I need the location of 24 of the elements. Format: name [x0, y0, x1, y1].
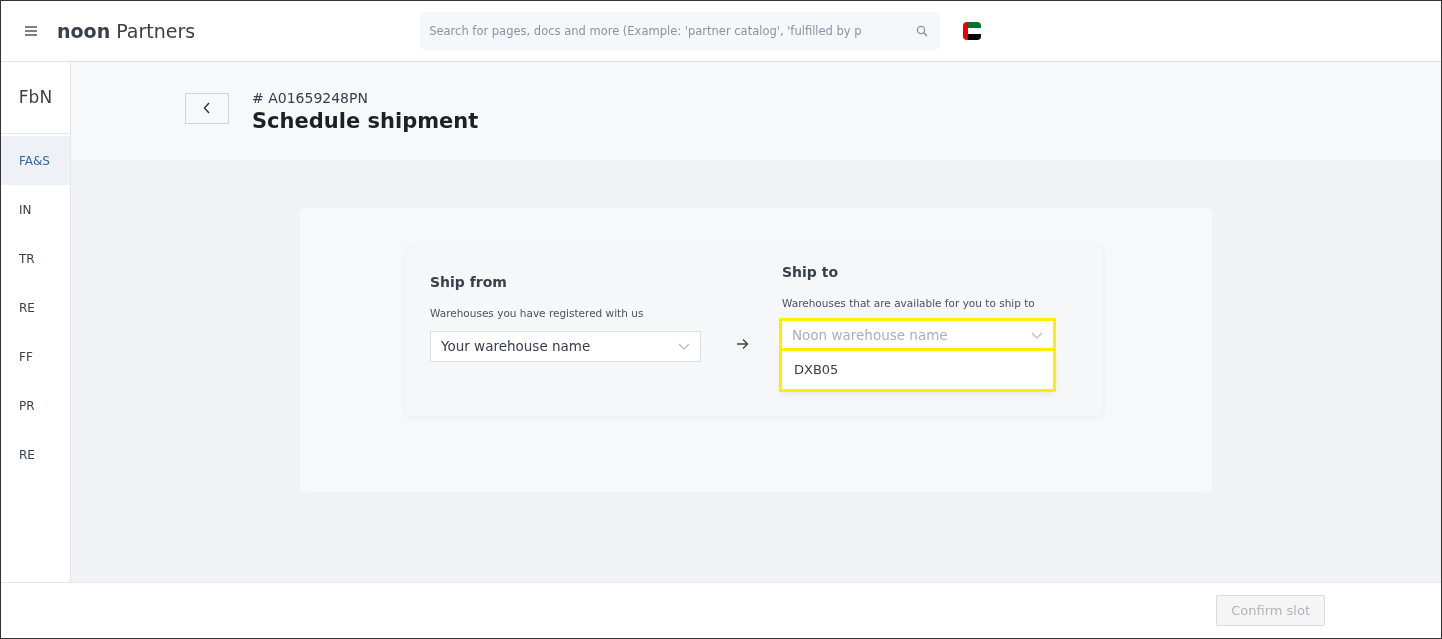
- chevron-down-icon: [1031, 331, 1043, 339]
- flag-icon[interactable]: [963, 22, 982, 40]
- sidebar-item[interactable]: FF: [1, 332, 70, 381]
- chevron-left-icon: [203, 102, 211, 114]
- dropdown-option[interactable]: DXB05: [782, 350, 1053, 389]
- arrow-right-icon: [735, 338, 749, 350]
- brand-logo: noon Partners: [57, 18, 196, 44]
- sidebar-item[interactable]: IN: [1, 185, 70, 234]
- sidebar-item[interactable]: RE: [1, 283, 70, 332]
- warehouse-select[interactable]: Your warehouse name: [430, 330, 701, 362]
- section-description: Warehouses that are available for you to ship to: [782, 296, 1036, 311]
- sidebar-item[interactable]: TR: [1, 234, 70, 283]
- sidebar-item[interactable]: PR: [1, 381, 70, 430]
- page-title: Schedule shipment: [252, 108, 479, 135]
- search-icon: [916, 25, 929, 37]
- search-field[interactable]: Search for pages, docs and more (Example: 'partner catalog', 'fulfilled by p: [420, 12, 941, 50]
- section-title: Ship to: [782, 263, 840, 282]
- sidebar-item[interactable]: RE: [1, 430, 70, 479]
- section-title: Ship from: [430, 273, 508, 292]
- section-title: FbN: [1, 62, 70, 134]
- shipment-reference: # A01659248PN: [252, 88, 369, 108]
- section-description: Warehouses you have registered with us: [430, 306, 645, 321]
- sidebar-item[interactable]: FA&S: [1, 136, 70, 185]
- chevron-down-icon: [678, 342, 690, 350]
